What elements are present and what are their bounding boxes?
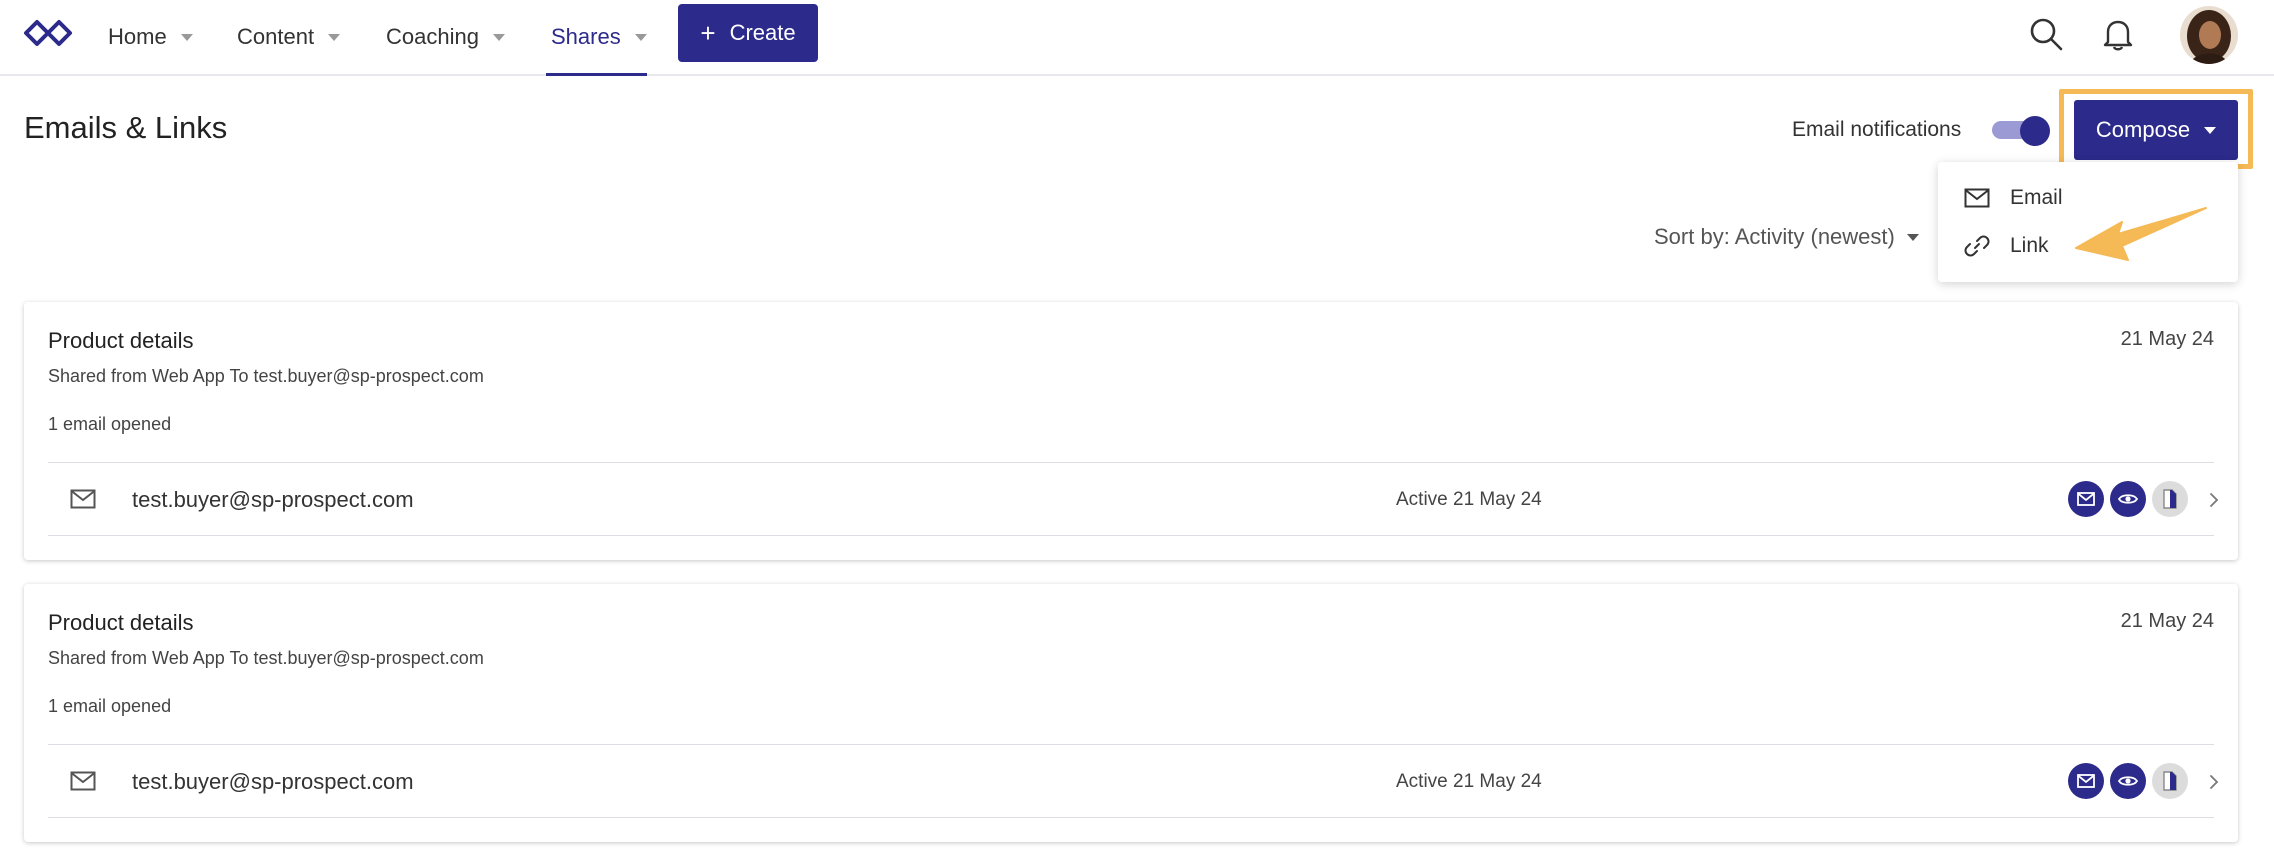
link-icon	[1964, 235, 1990, 257]
recipient-email: test.buyer@sp-prospect.com	[132, 487, 414, 512]
sort-label: Sort by: Activity (newest)	[1654, 224, 1895, 249]
nav-home[interactable]: Home	[108, 0, 193, 74]
eye-icon	[2118, 494, 2138, 504]
chevron-right-icon[interactable]	[2208, 773, 2220, 791]
logo-icon[interactable]	[22, 16, 74, 50]
nav-coaching[interactable]: Coaching	[386, 0, 505, 74]
chevron-down-icon	[2204, 126, 2217, 134]
viewed-badge	[2110, 763, 2146, 799]
email-notifications-label: Email notifications	[1792, 118, 1962, 141]
email-sent-badge	[2068, 763, 2104, 799]
share-card[interactable]: Product details 21 May 24 Shared from We…	[24, 584, 2238, 842]
mail-icon	[2077, 774, 2095, 788]
email-sent-badge	[2068, 481, 2104, 517]
nav-coaching-label: Coaching	[386, 24, 479, 49]
chevron-down-icon	[492, 33, 505, 41]
bell-icon[interactable]	[2100, 16, 2136, 52]
eye-icon	[2118, 776, 2138, 786]
recipient-activity: Active 21 May 24	[1396, 771, 1542, 792]
chevron-right-icon[interactable]	[2208, 491, 2220, 509]
search-icon[interactable]	[2028, 16, 2064, 52]
chevron-down-icon	[1906, 233, 1919, 241]
document-badge	[2152, 763, 2188, 799]
compose-menu-email-label: Email	[2010, 186, 2063, 209]
mail-icon	[2077, 492, 2095, 506]
document-icon	[2163, 771, 2177, 791]
nav-shares-label: Shares	[551, 24, 621, 49]
share-title: Product details	[48, 610, 194, 635]
recipient-row[interactable]: test.buyer@sp-prospect.com Active 21 May…	[48, 462, 2219, 536]
share-opened-count: 1 email opened	[48, 414, 172, 434]
mail-icon	[70, 489, 96, 509]
compose-button[interactable]: Compose	[2074, 100, 2238, 160]
pointer-arrow-icon	[2075, 207, 2207, 261]
mail-icon	[1964, 188, 1990, 208]
compose-menu-link-label: Link	[2010, 234, 2049, 257]
recipient-activity: Active 21 May 24	[1396, 489, 1542, 510]
mail-icon	[70, 771, 96, 791]
chevron-down-icon	[634, 33, 647, 41]
share-date: 21 May 24	[2120, 328, 2214, 350]
avatar[interactable]	[2180, 6, 2238, 64]
share-subtitle: Shared from Web App To test.buyer@sp-pro…	[48, 366, 484, 386]
chevron-down-icon	[328, 33, 341, 41]
email-notifications-toggle[interactable]	[1992, 116, 2050, 146]
compose-button-label: Compose	[2095, 117, 2191, 142]
create-button-label: Create	[729, 20, 796, 45]
page-title: Emails & Links	[24, 110, 228, 145]
nav-shares[interactable]: Shares	[546, 0, 647, 76]
share-date: 21 May 24	[2120, 610, 2214, 632]
activity-badges	[2068, 481, 2194, 517]
share-card[interactable]: Product details 21 May 24 Shared from We…	[24, 302, 2238, 560]
document-badge	[2152, 481, 2188, 517]
document-icon	[2163, 489, 2177, 509]
viewed-badge	[2110, 481, 2146, 517]
share-title: Product details	[48, 328, 194, 353]
activity-badges	[2068, 763, 2194, 799]
share-opened-count: 1 email opened	[48, 696, 172, 716]
nav-home-label: Home	[108, 24, 167, 49]
sort-dropdown[interactable]: Sort by: Activity (newest)	[1654, 224, 1919, 250]
user-avatar-icon	[2180, 6, 2238, 64]
toggle-knob	[2020, 116, 2050, 146]
chevron-down-icon	[180, 33, 193, 41]
share-subtitle: Shared from Web App To test.buyer@sp-pro…	[48, 648, 484, 668]
recipient-email: test.buyer@sp-prospect.com	[132, 769, 414, 794]
plus-icon: +	[700, 18, 716, 48]
nav-content[interactable]: Content	[237, 0, 341, 74]
create-button[interactable]: + Create	[678, 4, 818, 62]
top-nav: Home Content Coaching Shares + Create	[0, 0, 2274, 76]
nav-content-label: Content	[237, 24, 315, 49]
recipient-row[interactable]: test.buyer@sp-prospect.com Active 21 May…	[48, 744, 2219, 818]
